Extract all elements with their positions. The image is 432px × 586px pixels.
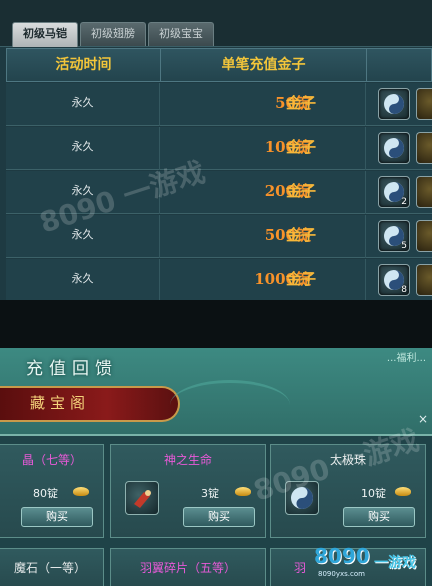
reward-item-slot-2[interactable] (416, 88, 432, 120)
cell-divider (159, 83, 160, 126)
logo-number: 8090 (314, 544, 370, 568)
gold-ingot-icon (73, 487, 89, 496)
cell-divider (365, 127, 366, 170)
item-count: 8 (401, 285, 407, 295)
activity-time: 永久 (71, 184, 94, 197)
reward-item-slot-2[interactable] (416, 220, 432, 252)
table-row: 永久 100锭 金子 (6, 127, 432, 170)
buy-button[interactable]: 购买 (183, 507, 255, 527)
reward-item-slot-2[interactable] (416, 132, 432, 164)
tab-primary-wings[interactable]: 初级翅膀 (80, 22, 146, 46)
cell-divider (365, 259, 366, 300)
reward-item-slot[interactable]: 2 (378, 176, 410, 208)
cell-divider (365, 83, 366, 126)
taiji-orb-icon (384, 94, 404, 114)
divider-strip (0, 300, 432, 348)
activity-time: 永久 (71, 272, 94, 285)
header-activity-time: 活动时间 (55, 57, 112, 73)
tab-primary-pet[interactable]: 初级宝宝 (148, 22, 214, 46)
item-name: 太极珠 (329, 453, 366, 467)
reward-panel: 初级马铠 初级翅膀 初级宝宝 活动时间 单笔充值金子 永久 50锭 金子 永久 … (0, 0, 432, 300)
item-slot[interactable] (125, 481, 159, 515)
tab-primary-horse-armor[interactable]: 初级马铠 (12, 22, 78, 47)
buy-button[interactable]: 购买 (21, 507, 93, 527)
item-slot[interactable] (285, 481, 319, 515)
activity-time: 永久 (71, 228, 94, 241)
cell-divider (159, 127, 160, 170)
reward-item-slot[interactable]: 8 (378, 264, 410, 296)
shop-item-card: 神之生命 3锭 购买 (110, 444, 266, 538)
gold-unit: 金子 (286, 182, 317, 200)
cell-divider (159, 215, 160, 258)
shop-item-card: 魔石（一等） (0, 548, 104, 586)
gold-unit: 金子 (286, 138, 317, 156)
taiji-orb-icon (384, 138, 404, 158)
reward-item-slot[interactable]: 5 (378, 220, 410, 252)
panel-title: 充值回馈 (26, 359, 118, 379)
cell-divider (365, 171, 366, 214)
header-divider (366, 49, 367, 81)
item-price: 3锭 (201, 487, 219, 500)
reward-item-slot[interactable] (378, 132, 410, 164)
table-header: 活动时间 单笔充值金子 (6, 48, 432, 82)
reward-item-slot[interactable] (378, 88, 410, 120)
life-potion-icon (134, 490, 151, 508)
treasure-shop-panel: 充值回馈 ...福利... 藏宝阁 × 晶（七等） 80锭 购买 神之生命 3锭… (0, 348, 432, 586)
table-row: 永久 50锭 金子 (6, 83, 432, 126)
item-count: 5 (401, 241, 407, 251)
gold-ingot-icon (395, 487, 411, 496)
activity-time: 永久 (71, 96, 94, 109)
gold-unit: 金子 (286, 94, 317, 112)
cell-divider (159, 259, 160, 300)
reward-item-slot-2[interactable] (416, 264, 432, 296)
top-links[interactable]: ...福利... (387, 349, 426, 364)
header-recharge-gold: 单笔充值金子 (221, 57, 306, 73)
table-row: 永久 500锭 金子 5 (6, 215, 432, 258)
gold-unit: 金子 (286, 270, 317, 288)
shop-item-card: 太极珠 10锭 购买 (270, 444, 426, 538)
item-count: 2 (401, 197, 407, 207)
item-name: 神之生命 (163, 453, 212, 467)
dragon-ornament (170, 380, 290, 430)
cell-divider (365, 215, 366, 258)
cell-divider (159, 171, 160, 214)
gold-unit: 金子 (286, 226, 317, 244)
shop-item-card: 晶（七等） 80锭 购买 (0, 444, 104, 538)
item-price: 10锭 (361, 487, 386, 500)
close-icon[interactable]: × (418, 412, 428, 426)
tab-bar: 初级马铠 初级翅膀 初级宝宝 (0, 0, 432, 47)
table-row: 永久 1000锭 金子 8 (6, 259, 432, 300)
activity-time: 永久 (71, 140, 94, 153)
table-row: 永久 200锭 金子 2 (6, 171, 432, 214)
taiji-orb-icon (291, 487, 313, 509)
shop-banner: 藏宝阁 (0, 386, 180, 422)
logo-url: 8090yxs.com (318, 570, 365, 578)
banner-title: 藏宝阁 (30, 394, 91, 412)
buy-button[interactable]: 购买 (343, 507, 415, 527)
item-price: 80锭 (33, 487, 58, 500)
logo-text: 一游戏 (374, 555, 416, 571)
gold-ingot-icon (235, 487, 251, 496)
site-logo: 8090 一游戏 8090yxs.com (312, 544, 430, 584)
item-name: 魔石（一等） (13, 561, 86, 575)
reward-item-slot-2[interactable] (416, 176, 432, 208)
